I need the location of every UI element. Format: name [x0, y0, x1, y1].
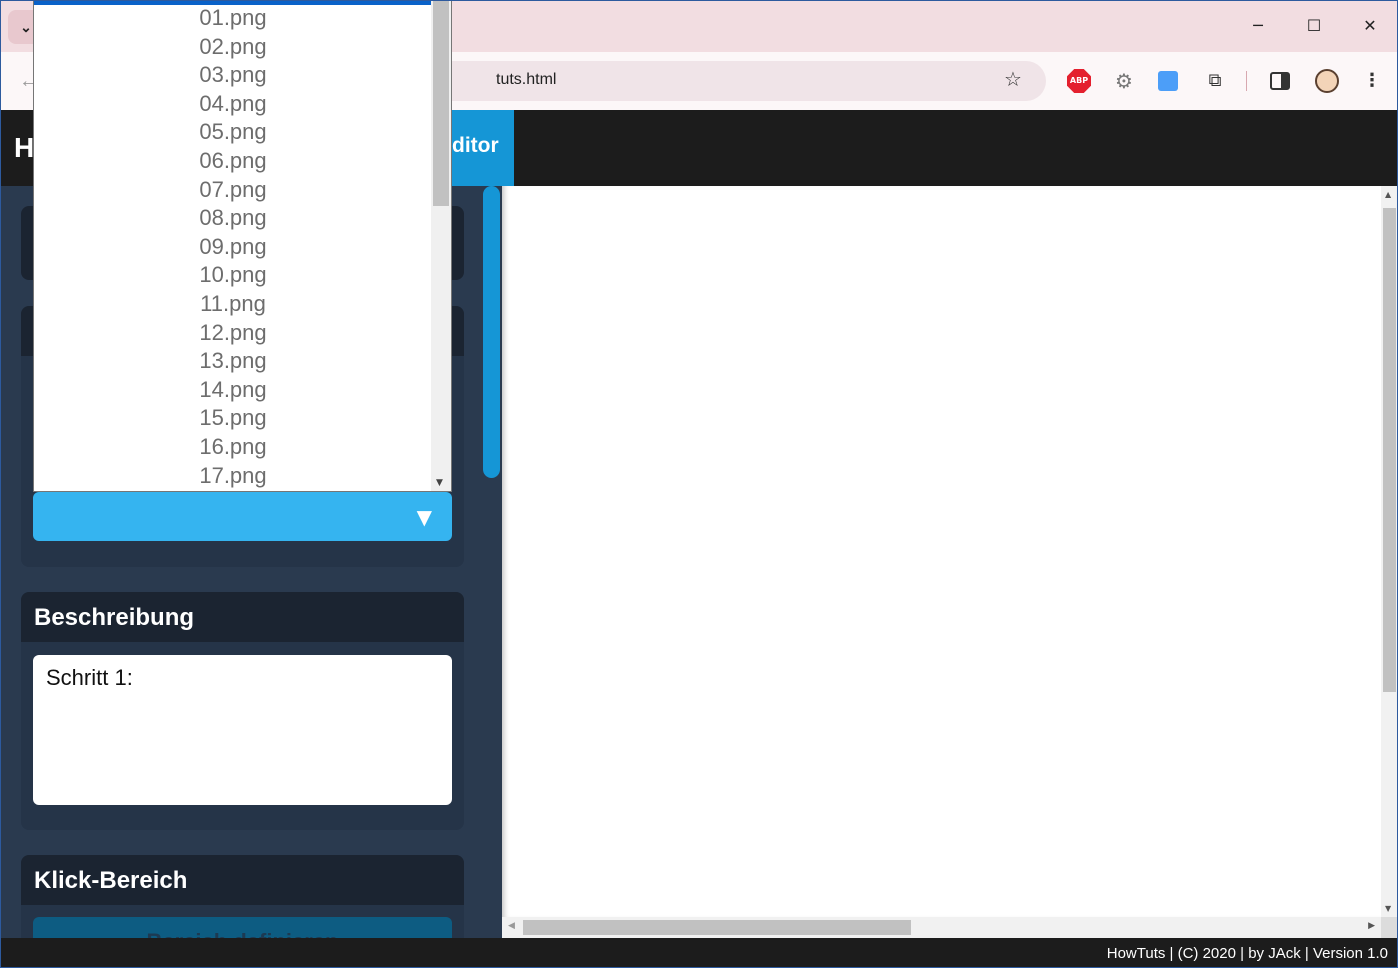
scroll-down-icon[interactable]: ▼: [436, 478, 443, 488]
maximize-button[interactable]: ☐: [1286, 8, 1342, 44]
tab-extension-icon[interactable]: [1158, 71, 1178, 91]
vertical-scroll-thumb[interactable]: [1383, 208, 1396, 692]
url-text: tuts.html: [496, 71, 557, 88]
dropdown-option[interactable]: 13.png: [34, 347, 432, 376]
app-footer: HowTuts | (C) 2020 | by JAck | Version 1…: [0, 938, 1398, 968]
chevron-down-icon: ⌄: [20, 19, 32, 35]
canvas-horizontal-scrollbar[interactable]: ◀ ▶: [502, 917, 1381, 938]
image-select[interactable]: ▼: [33, 492, 452, 541]
dropdown-option[interactable]: 12.png: [34, 319, 432, 348]
footer-text: HowTuts | (C) 2020 | by JAck | Version 1…: [1106, 945, 1388, 962]
canvas-vertical-scrollbar[interactable]: ▲ ▼: [1381, 186, 1398, 917]
app-title: H: [14, 132, 35, 163]
image-dropdown-list[interactable]: 01.png 02.png 03.png 04.png 05.png 06.png 07.p…: [33, 0, 452, 492]
nav-editor-label[interactable]: ditor: [452, 134, 499, 158]
click-area-card-title: Klick-Bereich: [21, 855, 464, 905]
dropdown-option[interactable]: 15.png: [34, 404, 432, 433]
description-textarea[interactable]: Schritt 1:: [33, 655, 452, 805]
dropdown-option[interactable]: 14.png: [34, 376, 432, 405]
dropdown-scrollbar[interactable]: ▼: [431, 1, 451, 491]
description-card-title: Beschreibung: [21, 592, 464, 642]
minimize-button[interactable]: ─: [1230, 8, 1286, 44]
adblock-extension-icon[interactable]: ABP: [1067, 69, 1091, 93]
scrollbar-corner: [1381, 917, 1398, 938]
dropdown-option[interactable]: 02.png: [34, 33, 432, 62]
dropdown-option[interactable]: 03.png: [34, 61, 432, 90]
close-button[interactable]: ✕: [1342, 8, 1398, 44]
editor-canvas[interactable]: [502, 186, 1381, 917]
horizontal-scroll-thumb[interactable]: [523, 920, 911, 935]
dropdown-option[interactable]: 06.png: [34, 147, 432, 176]
bookmark-star-icon[interactable]: ☆: [1004, 67, 1022, 91]
dropdown-option[interactable]: 05.png: [34, 118, 432, 147]
dropdown-arrow-icon: ▼: [416, 505, 432, 529]
dropdown-option[interactable]: 07.png: [34, 176, 432, 205]
dropdown-scroll-thumb[interactable]: [433, 1, 449, 206]
side-panel-icon[interactable]: [1270, 72, 1290, 90]
sidebar-scrollbar[interactable]: [483, 186, 500, 478]
kebab-menu-icon[interactable]: ⋮: [1360, 69, 1384, 93]
puzzle-extensions-icon[interactable]: ⧉: [1203, 69, 1227, 93]
scroll-down-icon[interactable]: ▼: [1385, 904, 1391, 913]
dropdown-option[interactable]: 04.png: [34, 90, 432, 119]
profile-avatar[interactable]: [1315, 69, 1339, 93]
dropdown-option[interactable]: 17.png: [34, 462, 432, 491]
scroll-up-icon[interactable]: ▲: [1385, 190, 1391, 199]
dropdown-option[interactable]: 09.png: [34, 233, 432, 262]
toolbar-divider: [1246, 71, 1247, 91]
dropdown-option[interactable]: 11.png: [34, 290, 432, 319]
dropdown-option[interactable]: 16.png: [34, 433, 432, 462]
dropdown-option[interactable]: 10.png: [34, 261, 432, 290]
gear-extension-icon[interactable]: ⚙: [1112, 69, 1136, 93]
dropdown-option[interactable]: 01.png: [34, 4, 432, 33]
description-card: Beschreibung Schritt 1:: [21, 592, 464, 830]
dropdown-option[interactable]: 08.png: [34, 204, 432, 233]
dropdown-options: 01.png 02.png 03.png 04.png 05.png 06.png 07.p…: [34, 4, 432, 490]
scroll-right-icon[interactable]: ▶: [1368, 921, 1375, 931]
scroll-left-icon[interactable]: ◀: [508, 921, 515, 931]
